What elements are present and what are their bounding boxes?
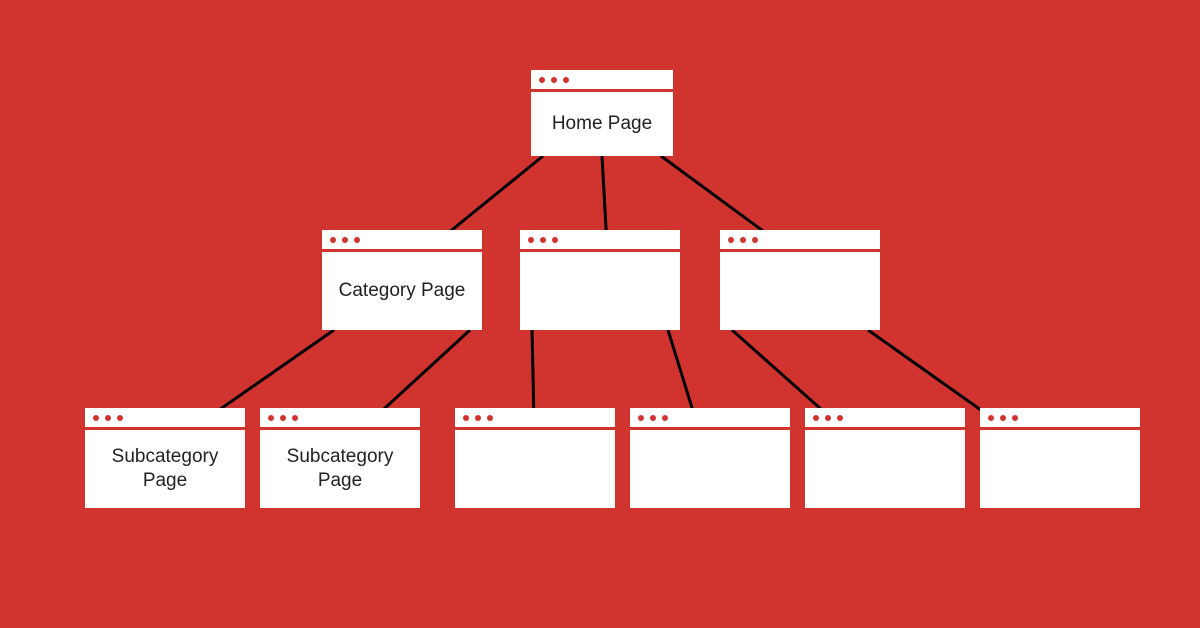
page-node-label [980,430,1140,508]
window-dot-icon [563,77,569,83]
window-dot-icon [837,415,843,421]
window-dot-icon [342,237,348,243]
window-dot-icon [280,415,286,421]
browser-titlebar-icon [260,408,420,430]
window-dot-icon [740,237,746,243]
page-node-sub5 [805,408,965,508]
window-dot-icon [752,237,758,243]
page-node-label: Subcategory Page [260,430,420,508]
browser-titlebar-icon [455,408,615,430]
browser-titlebar-icon [980,408,1140,430]
browser-titlebar-icon [630,408,790,430]
page-node-cat2 [520,230,680,330]
window-dot-icon [638,415,644,421]
browser-titlebar-icon [85,408,245,430]
window-dot-icon [1012,415,1018,421]
page-node-label: Home Page [531,92,673,156]
window-dot-icon [93,415,99,421]
window-dot-icon [825,415,831,421]
window-dot-icon [268,415,274,421]
page-node-label: Subcategory Page [85,430,245,508]
page-node-label: Category Page [322,252,482,330]
browser-titlebar-icon [720,230,880,252]
browser-titlebar-icon [520,230,680,252]
page-node-sub1: Subcategory Page [85,408,245,508]
window-dot-icon [539,77,545,83]
browser-titlebar-icon [805,408,965,430]
window-dot-icon [528,237,534,243]
page-node-label [630,430,790,508]
window-dot-icon [487,415,493,421]
window-dot-icon [292,415,298,421]
page-node-sub4 [630,408,790,508]
page-node-sub3 [455,408,615,508]
browser-titlebar-icon [531,70,673,92]
page-node-label [520,252,680,330]
window-dot-icon [551,77,557,83]
window-dot-icon [552,237,558,243]
page-node-cat1: Category Page [322,230,482,330]
window-dot-icon [988,415,994,421]
browser-titlebar-icon [322,230,482,252]
page-node-label [805,430,965,508]
window-dot-icon [662,415,668,421]
window-dot-icon [1000,415,1006,421]
window-dot-icon [650,415,656,421]
window-dot-icon [330,237,336,243]
window-dot-icon [728,237,734,243]
page-node-home: Home Page [531,70,673,156]
page-node-cat3 [720,230,880,330]
window-dot-icon [475,415,481,421]
window-dot-icon [463,415,469,421]
page-node-sub2: Subcategory Page [260,408,420,508]
window-dot-icon [105,415,111,421]
page-node-label [720,252,880,330]
window-dot-icon [540,237,546,243]
window-dot-icon [354,237,360,243]
page-node-sub6 [980,408,1140,508]
window-dot-icon [117,415,123,421]
page-node-label [455,430,615,508]
window-dot-icon [813,415,819,421]
